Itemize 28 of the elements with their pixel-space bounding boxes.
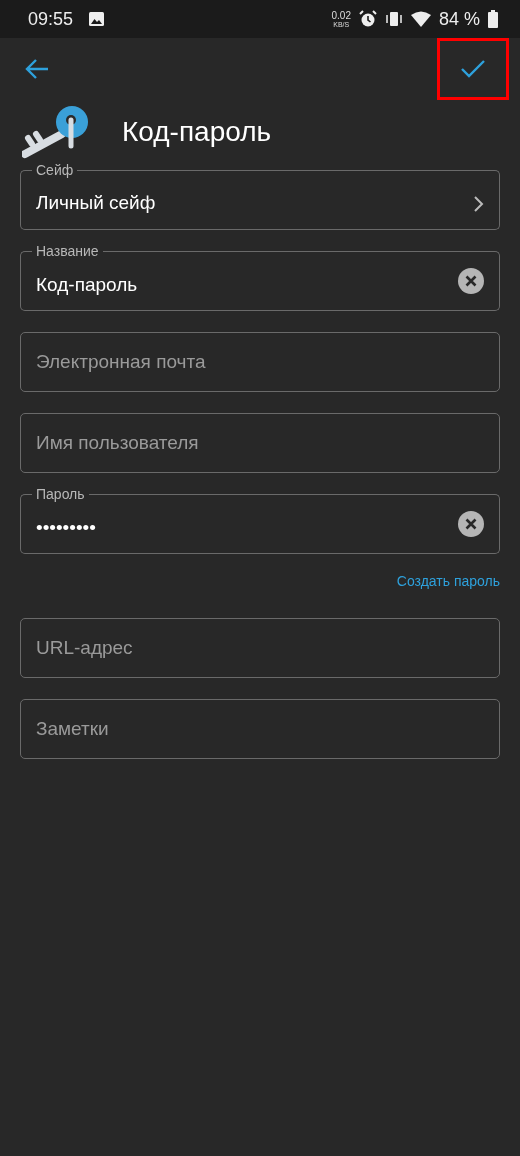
clear-icon[interactable] [458, 511, 484, 537]
field-outline [20, 251, 32, 259]
field-value: Личный сейф [36, 191, 157, 216]
battery-icon [488, 10, 498, 28]
battery-level: 84 % [438, 7, 480, 31]
image-icon [89, 12, 105, 26]
alarm-icon [358, 10, 377, 28]
chevron-right-icon [473, 194, 485, 213]
field-label: Название [35, 243, 100, 259]
input-field[interactable]: Электронная почта [20, 332, 500, 392]
input-field[interactable]: Код-пароль [20, 259, 500, 311]
back-arrow-icon [24, 58, 50, 80]
field-label: Сейф [35, 162, 75, 178]
input-field[interactable]: URL-адрес [20, 618, 500, 678]
input-field[interactable]: Заметки [20, 699, 500, 759]
clear-icon[interactable] [458, 268, 484, 294]
field-outline [20, 494, 32, 502]
input-field[interactable]: Имя пользователя [20, 413, 500, 473]
field-outline [20, 170, 32, 178]
field-label: Пароль [35, 486, 86, 502]
status-time: 09:55 [28, 7, 74, 31]
generate-password-link[interactable]: Создать пароль [396, 571, 500, 592]
wifi-icon [410, 11, 431, 27]
vault-select[interactable]: Личный сейф [20, 178, 500, 230]
key-icon [22, 104, 88, 160]
item-title: Код-пароль [122, 115, 272, 149]
vibrate-icon [384, 10, 403, 28]
check-icon [460, 59, 486, 79]
